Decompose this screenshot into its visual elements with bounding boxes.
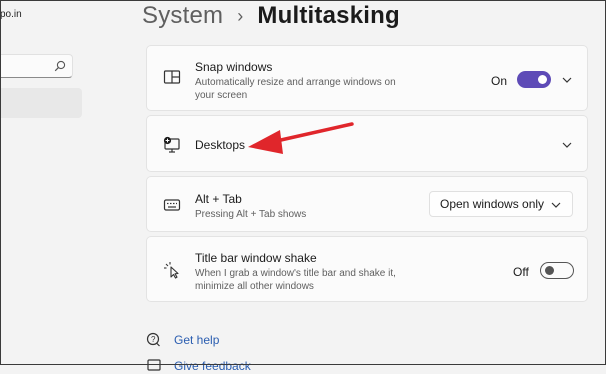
keyboard-icon: [163, 199, 181, 211]
page-title: System › Multitasking: [142, 2, 400, 30]
snap-layout-icon: [163, 70, 181, 84]
svg-text:?: ?: [151, 335, 156, 344]
snap-windows-description-2: your screen: [195, 90, 248, 101]
feedback-icon: [147, 359, 161, 371]
snap-toggle-label: On: [491, 74, 508, 88]
title-bar-shake-description: When I grab a window's title bar and sha…: [195, 268, 396, 279]
account-email-fragment: po.in: [0, 9, 22, 20]
chevron-down-icon[interactable]: [561, 74, 573, 86]
alt-tab-description: Pressing Alt + Tab shows: [195, 209, 307, 220]
title-bar-shake-description-2: minimize all other windows: [195, 281, 314, 292]
give-feedback-label: Give feedback: [174, 359, 251, 373]
alt-tab-dropdown-value: Open windows only: [440, 197, 545, 211]
desktop-add-icon: [163, 136, 180, 153]
title-bar-shake-toggle[interactable]: [540, 262, 574, 279]
title-bar-shake-card: Title bar window shake When I grab a win…: [146, 236, 588, 302]
breadcrumb-system[interactable]: System: [142, 2, 223, 30]
chevron-down-icon: [551, 202, 561, 208]
help-chat-icon: ?: [146, 332, 160, 347]
sidebar-item-selected[interactable]: [0, 88, 82, 118]
alt-tab-title: Alt + Tab: [195, 192, 242, 206]
shake-toggle-label: Off: [513, 265, 529, 279]
snap-windows-title: Snap windows: [195, 60, 273, 74]
get-help-link[interactable]: ? Get help: [146, 332, 219, 348]
snap-windows-toggle[interactable]: [517, 71, 551, 88]
get-help-label: Get help: [174, 333, 220, 347]
desktops-card[interactable]: Desktops: [146, 115, 588, 172]
chevron-down-icon[interactable]: [561, 139, 573, 151]
breadcrumb-current: Multitasking: [257, 2, 400, 29]
search-icon: [54, 60, 66, 72]
breadcrumb-separator: ›: [237, 5, 244, 26]
alt-tab-dropdown[interactable]: Open windows only: [429, 191, 573, 217]
snap-windows-card[interactable]: Snap windows Automatically resize and ar…: [146, 45, 588, 111]
settings-search-input[interactable]: [0, 54, 73, 78]
give-feedback-link[interactable]: Give feedback: [146, 358, 251, 374]
snap-windows-description: Automatically resize and arrange windows…: [195, 77, 396, 88]
desktops-title: Desktops: [195, 138, 246, 152]
cursor-shake-icon: [164, 262, 179, 279]
title-bar-shake-title: Title bar window shake: [195, 251, 317, 265]
alt-tab-card: Alt + Tab Pressing Alt + Tab shows Open …: [146, 176, 588, 232]
